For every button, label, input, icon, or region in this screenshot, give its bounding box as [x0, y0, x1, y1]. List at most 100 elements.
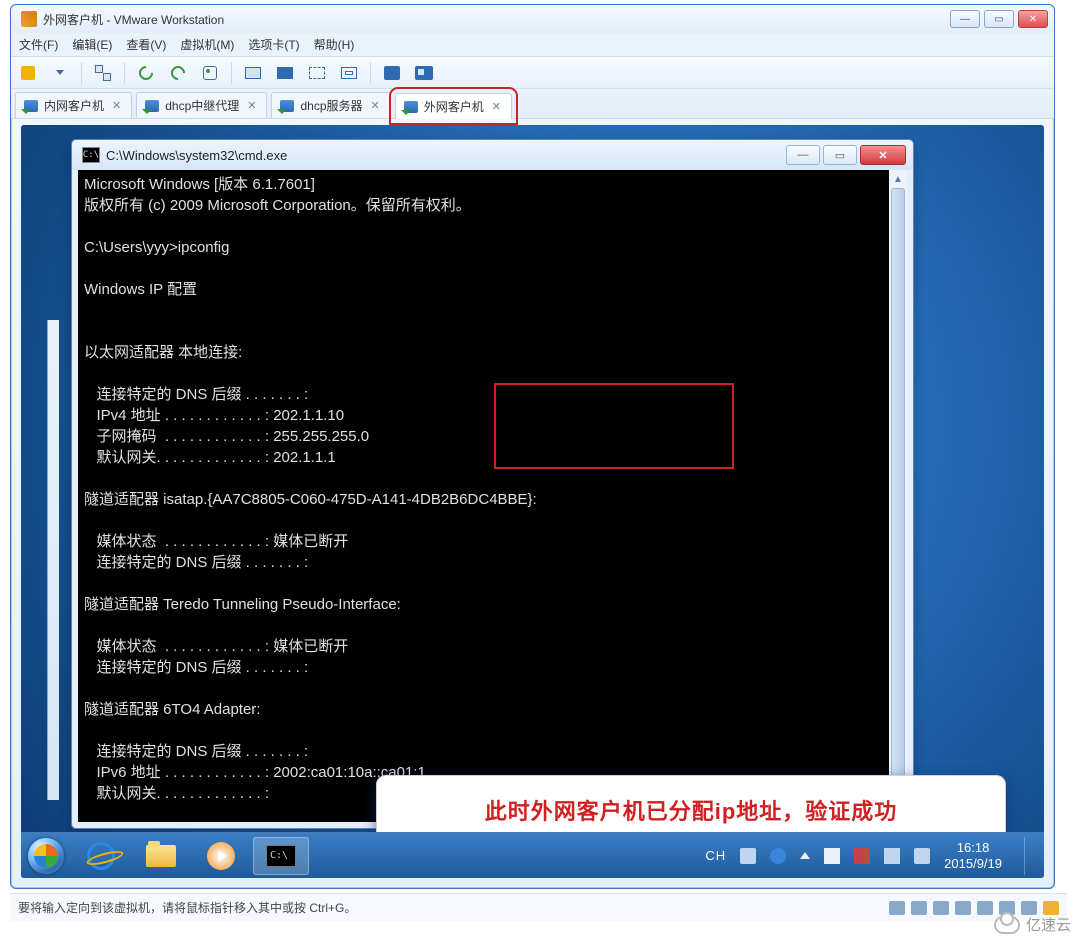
- fit-guest-icon[interactable]: [242, 62, 264, 84]
- volume-icon[interactable]: [914, 848, 930, 864]
- tab-label: dhcp中继代理: [165, 97, 239, 114]
- system-tray: CH 16:18 2015/9/19: [697, 837, 1044, 875]
- cmd-icon: C:\: [82, 147, 100, 163]
- device-network-icon[interactable]: [955, 901, 971, 915]
- cmd-minimize-button[interactable]: —: [786, 145, 820, 165]
- cmd-titlebar[interactable]: C:\ C:\Windows\system32\cmd.exe — ▭ ✕: [72, 140, 913, 170]
- vm-icon: [24, 100, 38, 112]
- cmd-taskbar-icon: C:\: [266, 845, 296, 867]
- tab-internal-client[interactable]: 内网客户机 ✕: [15, 92, 132, 118]
- tab-external-client[interactable]: 外网客户机 ✕: [395, 93, 512, 119]
- menu-file[interactable]: 文件(F): [19, 36, 58, 53]
- cloud-icon: [994, 916, 1020, 934]
- tab-dhcp-server[interactable]: dhcp服务器 ✕: [271, 92, 390, 118]
- network-tray-icon[interactable]: [884, 848, 900, 864]
- background-window-edge: [47, 320, 59, 800]
- tab-close-icon[interactable]: ✕: [490, 100, 503, 113]
- window-title: 外网客户机 - VMware Workstation: [43, 11, 950, 28]
- menu-view[interactable]: 查看(V): [126, 36, 166, 53]
- scroll-thumb[interactable]: [891, 188, 905, 778]
- console-view-icon[interactable]: [274, 62, 296, 84]
- guest-display[interactable]: C:\ C:\Windows\system32\cmd.exe — ▭ ✕ Mi…: [21, 125, 1044, 878]
- snapshot-manager-icon[interactable]: [199, 62, 221, 84]
- tab-close-icon[interactable]: ✕: [245, 99, 258, 112]
- cmd-maximize-button[interactable]: ▭: [823, 145, 857, 165]
- taskbar-explorer[interactable]: [133, 837, 189, 875]
- device-printer-icon[interactable]: [977, 901, 993, 915]
- lang-indicator[interactable]: CH: [705, 848, 726, 863]
- snapshot-take-icon[interactable]: [135, 62, 157, 84]
- power-dropdown[interactable]: [49, 62, 71, 84]
- flag-icon[interactable]: [824, 848, 840, 864]
- tray-arrow-icon[interactable]: [800, 852, 810, 859]
- vmware-window: 外网客户机 - VMware Workstation — ▭ ✕ 文件(F) 编…: [10, 4, 1055, 889]
- cmd-output[interactable]: Microsoft Windows [版本 6.1.7601] 版权所有 (c)…: [78, 170, 889, 822]
- vmware-tabs: 内网客户机 ✕ dhcp中继代理 ✕ dhcp服务器 ✕ 外网客户机 ✕: [11, 89, 1054, 119]
- start-button[interactable]: [21, 833, 71, 879]
- minimize-button[interactable]: —: [950, 10, 980, 28]
- taskbar-ie[interactable]: [73, 837, 129, 875]
- keyboard-icon[interactable]: [740, 848, 756, 864]
- maximize-button[interactable]: ▭: [984, 10, 1014, 28]
- device-cd-icon[interactable]: [911, 901, 927, 915]
- vm-icon: [404, 101, 418, 113]
- security-icon[interactable]: [854, 848, 870, 864]
- callout-text: 此时外网客户机已分配ip地址，验证成功: [485, 794, 898, 826]
- scroll-up-icon[interactable]: ▲: [889, 170, 907, 188]
- help-icon[interactable]: [770, 848, 786, 864]
- snapshot-revert-icon[interactable]: [167, 62, 189, 84]
- tab-close-icon[interactable]: ✕: [369, 99, 382, 112]
- vmware-menubar: 文件(F) 编辑(E) 查看(V) 虚拟机(M) 选项卡(T) 帮助(H): [11, 33, 1054, 57]
- device-floppy-icon[interactable]: [933, 901, 949, 915]
- separator: [370, 62, 371, 84]
- status-device-icons: [889, 901, 1059, 915]
- tab-dhcp-relay[interactable]: dhcp中继代理 ✕: [136, 92, 267, 118]
- separator: [124, 62, 125, 84]
- clock-date: 2015/9/19: [944, 856, 1002, 872]
- vm-icon: [280, 100, 294, 112]
- vm-icon: [145, 100, 159, 112]
- close-button[interactable]: ✕: [1018, 10, 1048, 28]
- vmware-app-icon: [21, 11, 37, 27]
- watermark-text: 亿速云: [1026, 914, 1071, 935]
- menu-edit[interactable]: 编辑(E): [72, 36, 112, 53]
- clock-time: 16:18: [944, 840, 1002, 856]
- taskbar-media-player[interactable]: [193, 837, 249, 875]
- fullscreen-icon[interactable]: [306, 62, 328, 84]
- watermark: 亿速云: [994, 914, 1071, 935]
- unity-icon[interactable]: [338, 62, 360, 84]
- cmd-scrollbar[interactable]: ▲ ▼: [889, 170, 907, 822]
- show-desktop-button[interactable]: [1024, 837, 1036, 875]
- vmware-statusbar: 要将输入定向到该虚拟机，请将鼠标指针移入其中或按 Ctrl+G。: [10, 893, 1067, 921]
- vmware-toolbar: [11, 57, 1054, 89]
- tab-label: dhcp服务器: [300, 97, 362, 114]
- thumbnail-icon[interactable]: [381, 62, 403, 84]
- ie-icon: [87, 842, 115, 870]
- network-icon[interactable]: [92, 62, 114, 84]
- cmd-title: C:\Windows\system32\cmd.exe: [106, 148, 786, 163]
- tab-label: 内网客户机: [44, 97, 104, 114]
- tab-close-icon[interactable]: ✕: [110, 99, 123, 112]
- separator: [231, 62, 232, 84]
- cmd-close-button[interactable]: ✕: [860, 145, 906, 165]
- cmd-window: C:\ C:\Windows\system32\cmd.exe — ▭ ✕ Mi…: [71, 139, 914, 829]
- menu-help[interactable]: 帮助(H): [314, 36, 355, 53]
- tab-label: 外网客户机: [424, 98, 484, 115]
- menu-vm[interactable]: 虚拟机(M): [180, 36, 234, 53]
- device-message-icon[interactable]: [1043, 901, 1059, 915]
- folder-icon: [146, 845, 176, 867]
- win7-desktop[interactable]: C:\ C:\Windows\system32\cmd.exe — ▭ ✕ Mi…: [21, 125, 1044, 878]
- power-button[interactable]: [17, 62, 39, 84]
- cmd-body: Microsoft Windows [版本 6.1.7601] 版权所有 (c)…: [78, 170, 907, 822]
- device-hdd-icon[interactable]: [889, 901, 905, 915]
- wmp-icon: [207, 842, 235, 870]
- menu-tabs[interactable]: 选项卡(T): [248, 36, 299, 53]
- clock[interactable]: 16:18 2015/9/19: [944, 840, 1006, 872]
- status-text: 要将输入定向到该虚拟机，请将鼠标指针移入其中或按 Ctrl+G。: [18, 899, 356, 916]
- vmware-titlebar[interactable]: 外网客户机 - VMware Workstation — ▭ ✕: [11, 5, 1054, 33]
- taskbar-cmd[interactable]: C:\: [253, 837, 309, 875]
- windows-orb-icon: [28, 838, 64, 874]
- library-icon[interactable]: [413, 62, 435, 84]
- device-usb-icon[interactable]: [1021, 901, 1037, 915]
- win7-taskbar: C:\ CH 16:18 2015/9/19: [21, 832, 1044, 878]
